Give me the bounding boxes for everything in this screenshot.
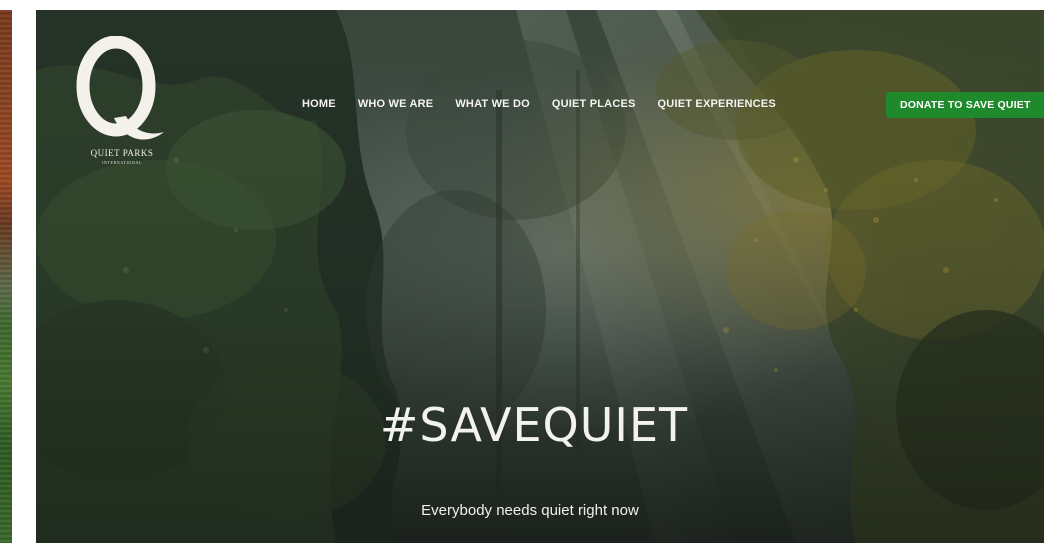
hero-tagline: Everybody needs quiet right now — [421, 502, 639, 519]
logo-name: QUIET PARKS — [90, 148, 154, 158]
nav-home[interactable]: HOME — [302, 98, 336, 110]
hero-banner: QUIET PARKS INTERNATIONAL HOME WHO WE AR… — [36, 10, 1044, 543]
donate-button[interactable]: DONATE TO SAVE QUIET — [886, 92, 1044, 118]
site-logo[interactable]: QUIET PARKS INTERNATIONAL — [72, 36, 172, 186]
main-nav: HOME WHO WE ARE WHAT WE DO QUIET PLACES … — [302, 98, 776, 110]
nav-quiet-experiences[interactable]: QUIET EXPERIENCES — [658, 98, 776, 110]
nav-quiet-places[interactable]: QUIET PLACES — [552, 98, 636, 110]
page: QUIET PARKS INTERNATIONAL HOME WHO WE AR… — [0, 0, 1044, 543]
nav-who-we-are[interactable]: WHO WE ARE — [358, 98, 434, 110]
previous-slide-edge — [0, 10, 12, 543]
hero-headline: #SAVEQUIET — [379, 398, 689, 452]
logo-q-mark-icon — [76, 36, 164, 140]
nav-what-we-do[interactable]: WHAT WE DO — [455, 98, 530, 110]
hero-overlay — [36, 10, 1044, 543]
logo-subline: INTERNATIONAL — [102, 160, 142, 165]
